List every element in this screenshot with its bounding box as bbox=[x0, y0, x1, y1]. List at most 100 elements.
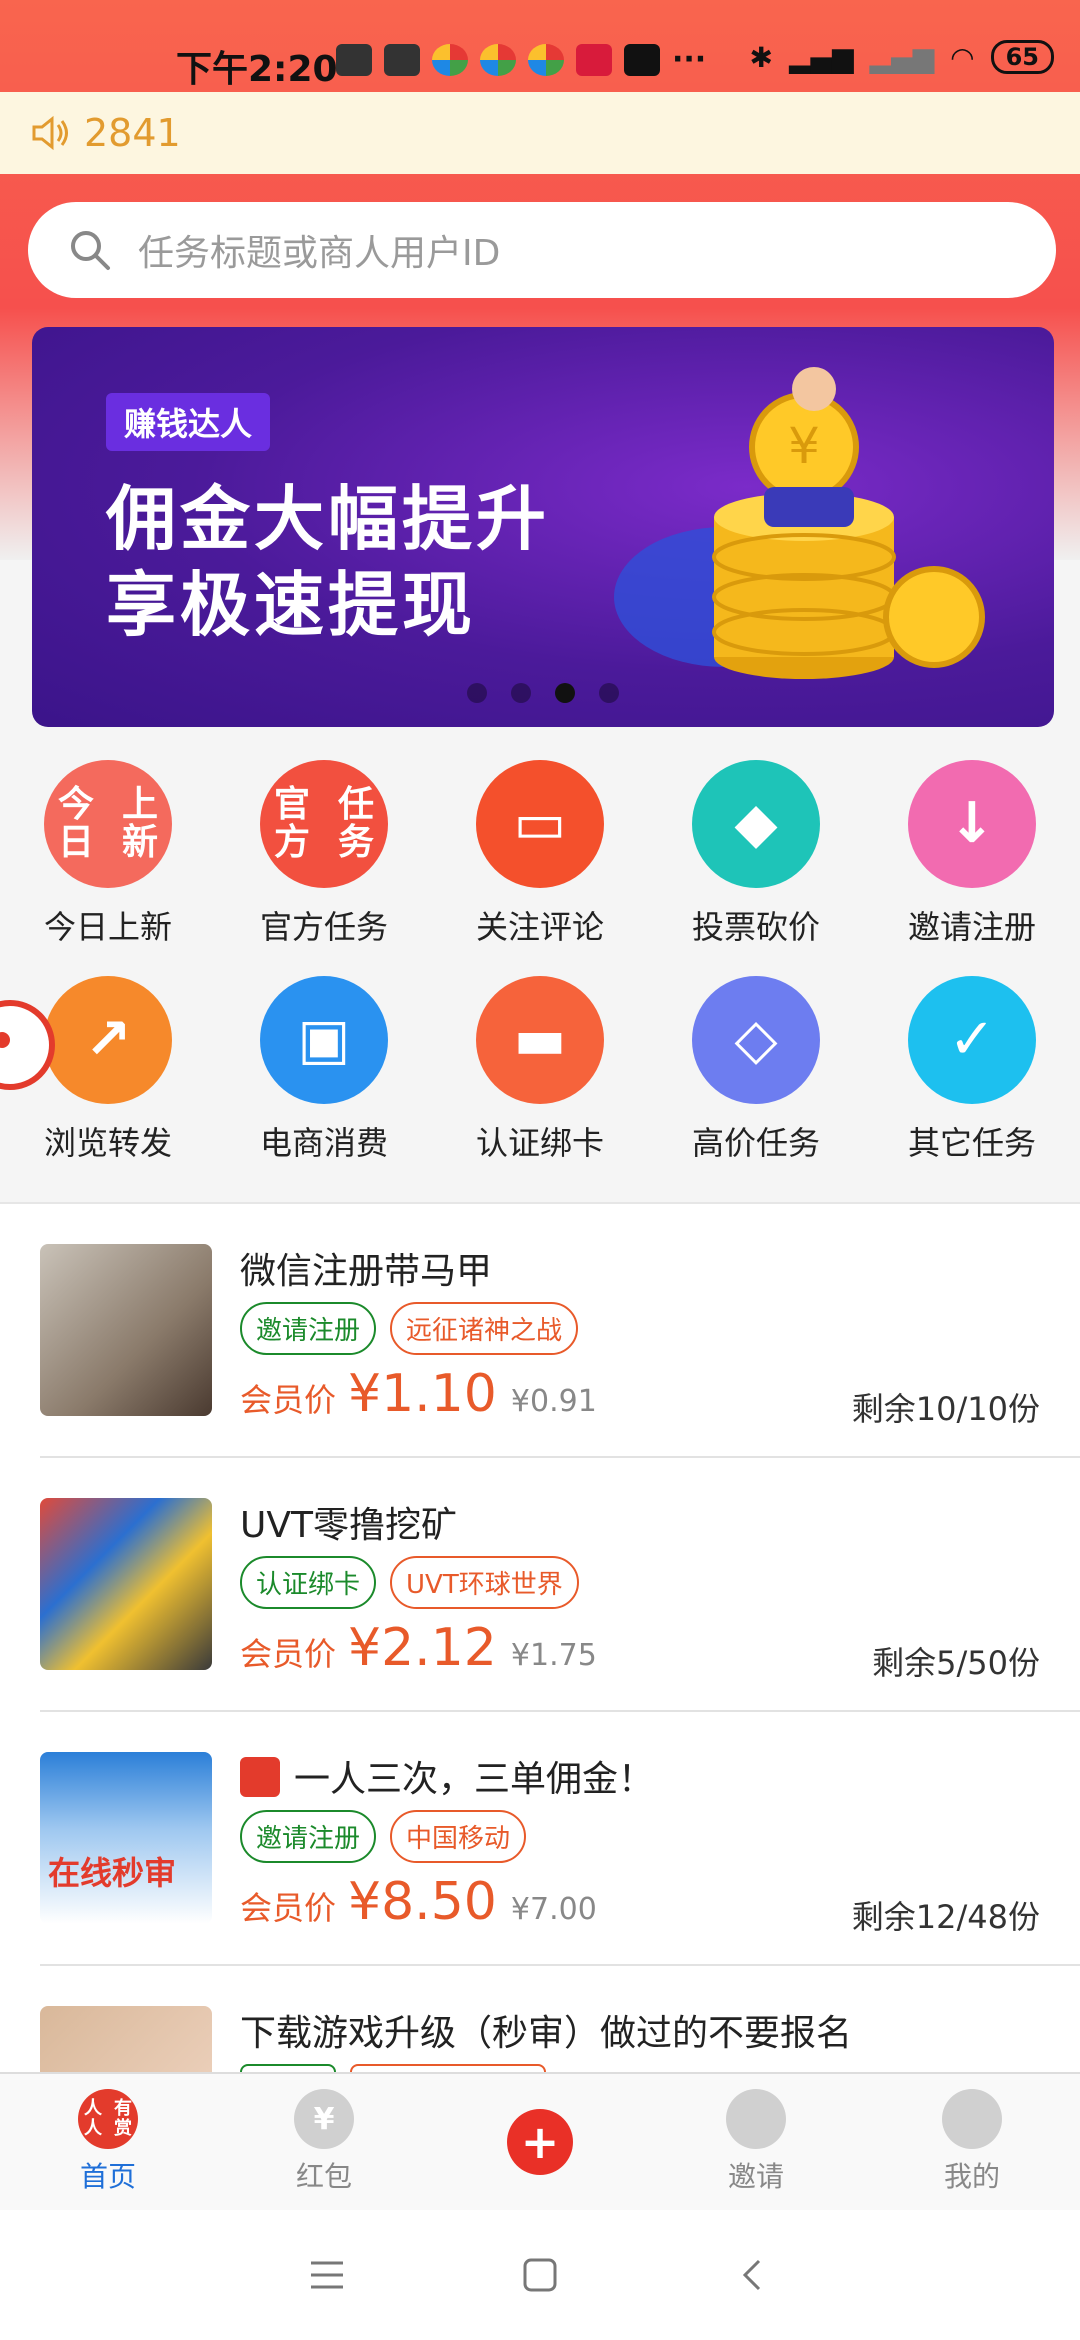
category-grid: 今日 上新 今日上新 官方 任务 官方任务 ▭ 关注评论 ◆ 投票砍价 ↓ 邀请注册 ↗ 浏览转发 ▣ 电商消… bbox=[0, 760, 1080, 1192]
task-thumbnail: 在线秒审 bbox=[40, 1752, 212, 1924]
battery-indicator: 65 bbox=[990, 40, 1054, 74]
gift-icon bbox=[726, 2089, 786, 2149]
category-label: 电商消费 bbox=[259, 1124, 388, 1162]
task-list-item[interactable]: UVT零撸挖矿 认证绑卡 UVT环球世界 会员价 ¥2.12 ¥1.75 剩余5/50份 bbox=[40, 1458, 1080, 1712]
task-tags: 邀请注册 远征诸神之战 bbox=[240, 1302, 579, 1355]
banner-subheadline: 享极速提现 bbox=[106, 564, 476, 646]
task-price-row: 会员价 ¥8.50 ¥7.00 bbox=[240, 1872, 597, 1932]
task-thumbnail bbox=[40, 1244, 212, 1416]
system-navigation-bar bbox=[0, 2210, 1080, 2340]
app-icon bbox=[480, 43, 516, 76]
task-list-item[interactable]: 微信注册带马甲 邀请注册 远征诸神之战 会员价 ¥1.10 ¥0.91 剩余10/10份 bbox=[40, 1204, 1080, 1458]
pagination-dot[interactable] bbox=[467, 683, 487, 703]
app-icon bbox=[528, 43, 564, 76]
category-item[interactable]: ↓ 邀请注册 bbox=[864, 760, 1080, 976]
category-item[interactable]: ▭ 关注评论 bbox=[432, 760, 648, 976]
category-item[interactable]: ✓ 其它任务 bbox=[864, 976, 1080, 1192]
banner-tag: 赚钱达人 bbox=[106, 393, 271, 451]
status-system-icons: ✱ ▂▄▆ ▂▄▆ ◠ 65 bbox=[749, 40, 1054, 74]
speaker-icon bbox=[32, 115, 68, 151]
tiktok-icon bbox=[624, 43, 660, 76]
original-price: ¥7.00 bbox=[510, 1892, 597, 1927]
task-thumbnail bbox=[40, 2006, 212, 2072]
status-notification-icons: ··· bbox=[336, 42, 706, 77]
tab-邀请[interactable]: 邀请 bbox=[648, 2074, 864, 2210]
tab-红包[interactable]: ¥ 红包 bbox=[216, 2074, 432, 2210]
search-input[interactable]: 任务标题或商人用户ID bbox=[28, 202, 1056, 298]
app-icon bbox=[576, 43, 612, 76]
task-merchant-tag: 中国移动 bbox=[390, 1810, 527, 1863]
member-price-label: 会员价 bbox=[240, 1635, 337, 1673]
task-list-item[interactable]: 在线秒审 一人三次，三单佣金！ 邀请注册 中国移动 会员价 ¥8.50 ¥7.00 剩余12/… bbox=[40, 1712, 1080, 1966]
comment-icon: ▭ bbox=[476, 760, 604, 888]
category-label: 高价任务 bbox=[691, 1124, 820, 1162]
category-item[interactable]: 今日 上新 今日上新 bbox=[0, 760, 216, 976]
task-type-tag: 邀请注册 bbox=[240, 1302, 377, 1355]
menu-icon[interactable] bbox=[307, 2257, 347, 2293]
download-icon: ↓ bbox=[908, 760, 1036, 888]
status-bar: 下午2:20 ··· ✱ ▂▄▆ ▂▄▆ ◠ 65 bbox=[0, 0, 1080, 92]
task-list: 微信注册带马甲 邀请注册 远征诸神之战 会员价 ¥1.10 ¥0.91 剩余10/10份 UV… bbox=[0, 1202, 1080, 2072]
check-icon: ✓ bbox=[908, 976, 1036, 1104]
home-logo-icon: 人人 有赏 bbox=[78, 2089, 138, 2149]
home-square-icon[interactable] bbox=[520, 2255, 560, 2295]
task-remaining: 剩余10/10份 bbox=[851, 1390, 1040, 1428]
tab-publish[interactable]: + bbox=[432, 2074, 648, 2210]
category-label: 今日上新 bbox=[43, 908, 172, 946]
tab-首页[interactable]: 人人 有赏 首页 bbox=[0, 2074, 216, 2210]
task-type-tag: 邀请注册 bbox=[240, 1810, 377, 1863]
task-title: 下载游戏升级（秒审）做过的不要报名 bbox=[240, 2013, 853, 2054]
task-price: ¥8.50 bbox=[348, 1872, 497, 1932]
category-item[interactable]: 官方 任务 官方任务 bbox=[216, 760, 432, 976]
category-item[interactable]: ▬ 认证绑卡 bbox=[432, 976, 648, 1192]
tab-label: 红包 bbox=[295, 2160, 352, 2193]
svg-text:¥: ¥ bbox=[788, 417, 820, 475]
category-item[interactable]: ◇ 高价任务 bbox=[648, 976, 864, 1192]
tab-label: 我的 bbox=[943, 2160, 1000, 2193]
thumbnail-caption: 在线秒审 bbox=[48, 1854, 177, 1892]
more-icon: ··· bbox=[672, 42, 707, 77]
signal-icon: ▂▄▆ bbox=[869, 40, 935, 74]
task-tags: 邀请注册 中国移动 bbox=[240, 1810, 527, 1863]
category-label: 投票砍价 bbox=[691, 908, 820, 946]
original-price: ¥0.91 bbox=[510, 1384, 597, 1419]
category-label: 官方任务 bbox=[259, 908, 388, 946]
tab-我的[interactable]: 我的 bbox=[864, 2074, 1080, 2210]
task-price: ¥1.10 bbox=[348, 1364, 497, 1424]
task-merchant-tag: 远征诸神之战 bbox=[390, 1302, 579, 1355]
task-type-tag bbox=[240, 2064, 336, 2072]
category-label: 邀请注册 bbox=[907, 908, 1036, 946]
tag-icon: ◆ bbox=[692, 760, 820, 888]
category-item[interactable]: ◆ 投票砍价 bbox=[648, 760, 864, 976]
signal-icon: ▂▄▆ bbox=[788, 40, 854, 74]
mascot-icon[interactable] bbox=[0, 990, 60, 1100]
back-icon[interactable] bbox=[733, 2255, 773, 2295]
message-icon bbox=[384, 43, 420, 76]
task-price-row: 会员价 ¥1.10 ¥0.91 bbox=[240, 1364, 597, 1424]
task-price: ¥2.12 bbox=[348, 1618, 497, 1678]
task-list-item[interactable]: 下载游戏升级（秒审）做过的不要报名 bbox=[40, 1966, 1080, 2072]
task-merchant-tag bbox=[350, 2064, 546, 2072]
diamond-icon: ◇ bbox=[692, 976, 820, 1104]
shop-icon: ▣ bbox=[260, 976, 388, 1104]
tab-label: 邀请 bbox=[727, 2160, 784, 2193]
red-packet-icon bbox=[240, 1757, 280, 1797]
official-task-icon: 官方 任务 bbox=[260, 760, 388, 888]
task-price-row: 会员价 ¥2.12 ¥1.75 bbox=[240, 1618, 597, 1678]
task-title: 一人三次，三单佣金！ bbox=[240, 1750, 654, 1802]
member-price-label: 会员价 bbox=[240, 1381, 337, 1419]
new-today-icon: 今日 上新 bbox=[44, 760, 172, 888]
category-label: 关注评论 bbox=[475, 908, 604, 946]
original-price: ¥1.75 bbox=[510, 1638, 597, 1673]
notice-count: 2841 bbox=[84, 111, 181, 155]
promo-banner[interactable]: 赚钱达人 佣金大幅提升 享极速提现 ¥ bbox=[32, 327, 1054, 727]
message-icon bbox=[336, 43, 372, 76]
pagination-dot[interactable] bbox=[511, 683, 531, 703]
category-item[interactable]: ▣ 电商消费 bbox=[216, 976, 432, 1192]
task-title: UVT零撸挖矿 bbox=[240, 1505, 457, 1546]
notice-bar[interactable]: 2841 bbox=[0, 92, 1080, 174]
task-thumbnail bbox=[40, 1498, 212, 1670]
card-icon: ▬ bbox=[476, 976, 604, 1104]
pagination-dot[interactable] bbox=[599, 683, 619, 703]
pagination-dot[interactable] bbox=[555, 683, 575, 703]
